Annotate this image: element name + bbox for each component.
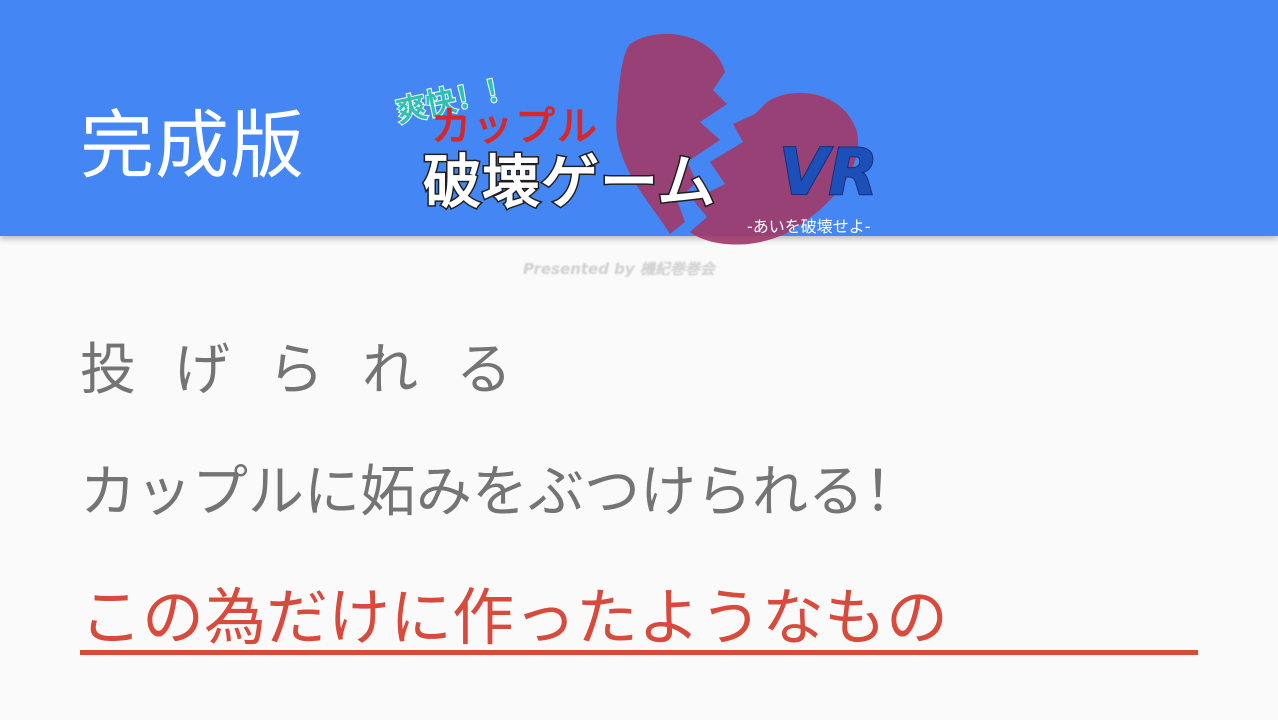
content-line-1: 投げられる [80,338,550,403]
highlight-underline [80,650,1198,655]
logo-graphic: 爽快！！ カップル 破壊ゲーム VR -あいを破壊せよ- [392,33,879,245]
content-line-3-highlight: この為だけに作ったようなもの [80,581,949,654]
page-title: 完成版 [80,103,305,189]
logo-main-text: 破壊ゲーム [423,148,716,216]
content-line-2: カップルに妬みをぶつけられる！ [80,460,920,525]
logo-couple-text: カップル [431,104,599,150]
game-logo: 爽快！！ カップル 破壊ゲーム VR -あいを破壊せよ- [392,22,935,272]
logo-vr-text: VR [779,136,878,210]
presented-by-text: Presented by 機紀巻巻会 [523,260,715,278]
logo-subtitle: -あいを破壊せよ- [747,217,871,236]
